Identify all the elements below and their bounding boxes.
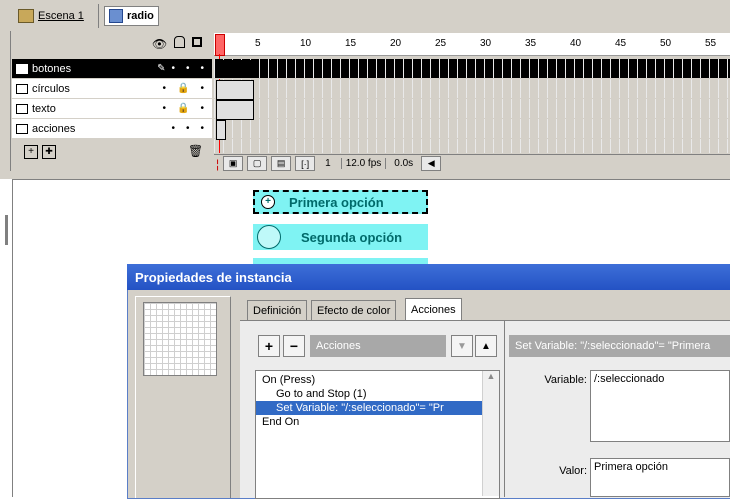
layer-icon — [16, 83, 28, 94]
keyframe-block[interactable] — [216, 80, 254, 100]
move-up-button[interactable]: ▲ — [475, 335, 497, 357]
modify-markers-button[interactable]: [·] — [295, 156, 316, 171]
eye-icon[interactable]: 👁 — [152, 37, 167, 51]
frame-tick-label: 25 — [435, 38, 447, 49]
symbol-name: radio — [127, 10, 154, 22]
radio-selected-icon: + — [261, 195, 275, 209]
center-frame-icon[interactable]: ¦ — [216, 157, 219, 171]
layer-name: acciones — [32, 122, 76, 135]
layer-toggles[interactable]: • 🔒 • — [163, 83, 204, 94]
radio-circle-icon — [257, 225, 281, 249]
add-guide-layer-icon[interactable]: ✚ — [42, 145, 56, 159]
frame-row[interactable] — [214, 59, 730, 79]
value-label: Valor: — [559, 465, 587, 477]
scroll-left-button[interactable]: ◀ — [421, 156, 442, 171]
layer-row[interactable]: círculos • 🔒 • — [12, 79, 212, 99]
list-scrollbar[interactable]: ▲ — [482, 371, 499, 496]
action-line[interactable]: Set Variable: "/:seleccionado"= "Pr — [256, 401, 482, 415]
action-params-header: Set Variable: "/:seleccionado"= "Primera — [509, 335, 730, 357]
layer-name: botones — [32, 62, 72, 75]
remove-action-button[interactable]: − — [283, 335, 305, 357]
action-line[interactable]: Go to and Stop (1) — [256, 387, 499, 401]
edit-multiple-button[interactable]: ▤ — [271, 156, 292, 171]
tab-acciones[interactable]: Acciones — [405, 298, 462, 321]
movieclip-icon — [109, 9, 123, 23]
action-line[interactable]: On (Press) — [256, 373, 499, 387]
tab-efecto-color[interactable]: Efecto de color — [311, 300, 397, 321]
radio-option-2[interactable]: Segunda opción — [253, 224, 428, 250]
breadcrumb-symbol[interactable]: radio — [104, 6, 159, 26]
layer-row[interactable]: acciones • • • — [12, 119, 212, 139]
frame-row[interactable] — [214, 79, 730, 99]
onion-skin-button[interactable]: ▣ — [223, 156, 244, 171]
variable-field[interactable]: /:seleccionado — [590, 370, 730, 442]
actions-select[interactable]: Acciones — [310, 335, 446, 357]
scroll-up-icon[interactable]: ▲ — [483, 371, 499, 381]
frame-row — [214, 139, 730, 154]
scene-icon — [18, 9, 34, 23]
move-down-button[interactable]: ▼ — [451, 335, 473, 357]
action-list[interactable]: ▲ On (Press) Go to and Stop (1) Set Vari… — [255, 370, 500, 499]
playhead[interactable] — [215, 34, 225, 56]
onion-outline-button[interactable]: ▢ — [247, 156, 268, 171]
layer-header: 👁 — [12, 33, 212, 55]
trash-icon[interactable]: 🗑 — [188, 144, 203, 158]
stage-separator — [0, 171, 730, 180]
layer-name: texto — [32, 102, 56, 115]
variable-label: Variable: — [544, 374, 587, 386]
layer-icon — [16, 103, 28, 114]
keyframe-block[interactable] — [216, 60, 252, 78]
radio-option-1[interactable]: + Primera opción — [253, 190, 428, 214]
frame-tick-label: 40 — [570, 38, 582, 49]
timeline-statusbar: ¦ ▣ ▢ ▤ [·] 1 12.0 fps 0.0s ◀ — [214, 154, 730, 172]
preview-grid — [143, 302, 217, 376]
breadcrumb-divider — [98, 4, 99, 28]
frame-tick-label: 35 — [525, 38, 537, 49]
add-action-button[interactable]: + — [258, 335, 280, 357]
frame-ruler[interactable] — [214, 33, 730, 56]
layer-name: círculos — [32, 82, 70, 95]
action-line[interactable]: End On — [256, 415, 499, 429]
frame-tick-label: 20 — [390, 38, 402, 49]
frame-tick-label: 55 — [705, 38, 717, 49]
elapsed-time: 0.0s — [394, 158, 414, 169]
frame-tick-label: 45 — [615, 38, 627, 49]
keyframe-block[interactable] — [216, 100, 254, 120]
breadcrumb-scene[interactable]: Escena 1 — [18, 6, 84, 26]
scene-link[interactable]: Escena 1 — [38, 10, 84, 22]
layer-icon — [16, 123, 28, 134]
pencil-icon: ✎ — [157, 63, 166, 74]
frame-tick-label: 30 — [480, 38, 492, 49]
layer-icon — [16, 63, 28, 74]
tab-definicion[interactable]: Definición — [247, 300, 308, 321]
lock-icon[interactable] — [174, 36, 185, 48]
frame-row[interactable] — [214, 119, 730, 139]
radio-label: Primera opción — [289, 194, 384, 210]
dialog-title[interactable]: Propiedades de instancia — [127, 264, 730, 290]
panel-grip — [6, 31, 11, 171]
frame-tick-label: 10 — [300, 38, 312, 49]
current-frame: 1 — [325, 158, 331, 169]
frame-rate: 12.0 fps — [340, 158, 387, 169]
frame-tick-label: 50 — [660, 38, 672, 49]
radio-label: Segunda opción — [301, 229, 403, 245]
frame-tick-label: 5 — [255, 38, 261, 49]
layer-toggles[interactable]: • 🔒 • — [163, 103, 204, 114]
keyframe-block[interactable] — [216, 120, 226, 140]
layer-row[interactable]: botones ✎ • • • — [12, 59, 212, 79]
layer-footer: + ✚ 🗑 — [12, 140, 212, 171]
layer-toggles[interactable]: • • • — [171, 63, 204, 74]
frame-tick-label: 15 — [345, 38, 357, 49]
layer-toggles[interactable]: • • • — [171, 123, 204, 134]
pane-divider — [504, 320, 505, 497]
splitter-mark — [5, 215, 8, 245]
add-layer-icon[interactable]: + — [24, 145, 38, 159]
value-field[interactable]: Primera opción — [590, 458, 730, 497]
outline-icon[interactable] — [192, 37, 202, 47]
layer-row[interactable]: texto • 🔒 • — [12, 99, 212, 119]
frame-row[interactable] — [214, 99, 730, 119]
